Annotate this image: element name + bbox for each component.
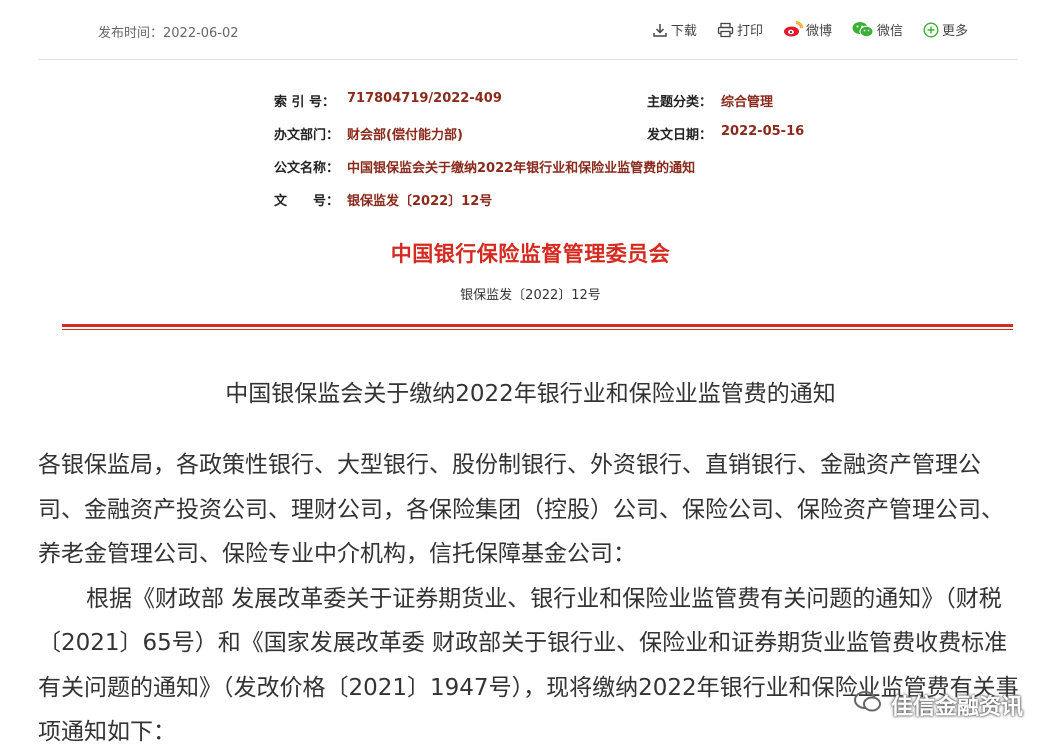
addressees-paragraph: 各银保监局，各政策性银行、大型银行、股份制银行、外资银行、直销银行、金融资产管理… — [38, 452, 1004, 567]
wechat-label: 微信 — [876, 24, 903, 39]
top-bar: 发布时间：2022-06-02 下载 打印 微博 微信 更多 — [38, 0, 1018, 60]
download-button[interactable]: 下载 — [652, 20, 697, 39]
issuer-heading: 中国银行保险监督管理委员会 — [390, 242, 671, 266]
index-value: 717804719/2022-409 — [347, 91, 502, 106]
print-button[interactable]: 打印 — [717, 20, 763, 39]
download-icon — [652, 22, 668, 38]
category-label: 主题分类： — [647, 95, 713, 110]
red-divider-thick — [62, 324, 1013, 327]
date-label: 发文日期： — [647, 128, 713, 143]
docno-value: 银保监发〔2022〕12号 — [347, 194, 493, 209]
category-value: 综合管理 — [721, 95, 774, 110]
meta-row-dept: 办文部门： 财会部(偿付能力部) 发文日期： 2022-05-16 — [274, 124, 874, 157]
document-metadata: 索 引 号： 717804719/2022-409 主题分类： 综合管理 办文部… — [274, 91, 874, 223]
more-share-button[interactable]: 更多 — [923, 20, 968, 39]
index-label: 索 引 号： — [274, 95, 336, 110]
document-title: 中国银保监会关于缴纳2022年银行业和保险业监管费的通知 — [225, 381, 836, 407]
meta-row-index: 索 引 号： 717804719/2022-409 主题分类： 综合管理 — [274, 91, 874, 124]
document-number: 银保监发〔2022〕12号 — [460, 288, 601, 303]
share-actions: 下载 打印 微博 微信 更多 — [652, 20, 968, 39]
wechat-share-button[interactable]: 微信 — [852, 20, 903, 39]
watermark-brand: 佳信金融资讯 — [853, 689, 1023, 721]
meta-row-docno: 文 号： 银保监发〔2022〕12号 — [274, 190, 874, 223]
print-label: 打印 — [736, 24, 763, 39]
weibo-icon — [783, 21, 803, 38]
name-label: 公文名称： — [274, 161, 340, 176]
download-label: 下载 — [670, 24, 697, 39]
dept-value: 财会部(偿付能力部) — [347, 128, 463, 143]
plus-circle-icon — [923, 21, 939, 38]
chat-bubble-icon — [853, 689, 883, 721]
print-icon — [717, 22, 734, 38]
name-value: 中国银保监会关于缴纳2022年银行业和保险业监管费的通知 — [347, 161, 696, 176]
red-divider-thin — [62, 329, 1013, 330]
body-paragraph-1: 根据《财政部 发展改革委关于证券期货业、银行业和保险业监管费有关问题的通知》（财… — [38, 585, 1019, 746]
date-value: 2022-05-16 — [721, 124, 805, 139]
more-label: 更多 — [941, 24, 968, 39]
weibo-label: 微博 — [805, 24, 832, 39]
meta-row-name: 公文名称： 中国银保监会关于缴纳2022年银行业和保险业监管费的通知 — [274, 157, 874, 190]
weibo-share-button[interactable]: 微博 — [783, 20, 832, 39]
dept-label: 办文部门： — [274, 128, 340, 143]
watermark-brand-text: 佳信金融资讯 — [890, 695, 1023, 720]
wechat-icon — [852, 21, 874, 38]
publish-time: 发布时间：2022-06-02 — [98, 26, 239, 41]
docno-label: 文 号： — [274, 194, 340, 209]
